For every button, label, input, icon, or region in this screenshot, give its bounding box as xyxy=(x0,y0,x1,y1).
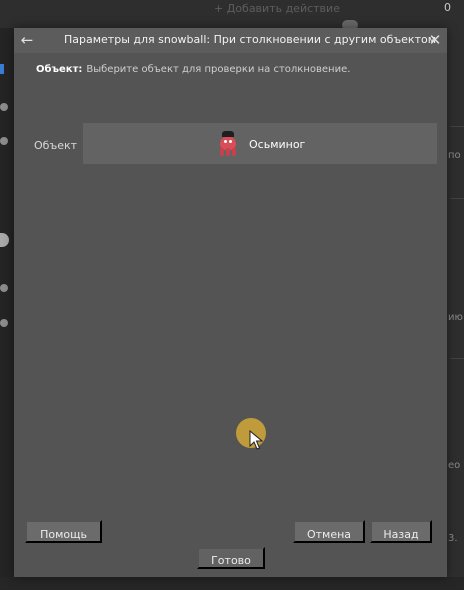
right-snippet: по xyxy=(448,150,461,161)
add-action-text: + Добавить действие xyxy=(214,2,340,15)
left-dot-icon xyxy=(0,284,8,292)
left-dot-icon xyxy=(0,103,8,111)
close-icon[interactable]: ✕ xyxy=(426,30,444,50)
dialog-titlebar: ← Параметры для snowball: При столкновен… xyxy=(14,28,447,53)
divider xyxy=(450,358,464,359)
back-button[interactable]: Назад xyxy=(370,520,432,543)
editor-right-panel xyxy=(447,28,464,590)
dialog-title: Параметры для snowball: При столкновении… xyxy=(64,33,437,46)
editor-top-bar: + Добавить действие 0 xyxy=(0,0,464,30)
condition-params-dialog: ← Параметры для snowball: При столкновен… xyxy=(14,28,447,577)
arrow-left-icon[interactable]: ← xyxy=(18,31,36,49)
object-selector[interactable]: Осьминог xyxy=(83,123,437,164)
counter-value: 0 xyxy=(444,1,451,14)
hint-label: Объект: xyxy=(36,64,83,75)
left-dot-icon xyxy=(0,319,8,327)
divider xyxy=(450,198,464,199)
right-snippet: 3. xyxy=(448,533,458,544)
editor-bottom-bar xyxy=(0,577,464,590)
right-snippet: ео xyxy=(448,460,461,471)
left-accent-marker xyxy=(0,64,4,74)
object-selector-content: Осьминог xyxy=(213,131,306,157)
right-snippet: ию xyxy=(448,312,463,323)
mouse-pointer-icon xyxy=(249,430,263,450)
left-dot-icon xyxy=(0,137,8,145)
cancel-button[interactable]: Отмена xyxy=(293,520,365,543)
divider xyxy=(450,126,464,127)
left-slider-knob xyxy=(0,233,9,247)
parameter-hint: Объект: Выберите объект для проверки на с… xyxy=(36,64,350,75)
help-button[interactable]: Помощь xyxy=(25,520,102,543)
done-button[interactable]: Готово xyxy=(197,547,265,569)
editor-left-panel xyxy=(0,28,14,590)
object-field-label: Объект xyxy=(34,139,78,152)
selected-object-name: Осьминог xyxy=(249,137,306,151)
octopus-sprite-icon xyxy=(213,131,243,157)
hint-text: Выберите объект для проверки на столкнов… xyxy=(86,64,351,75)
